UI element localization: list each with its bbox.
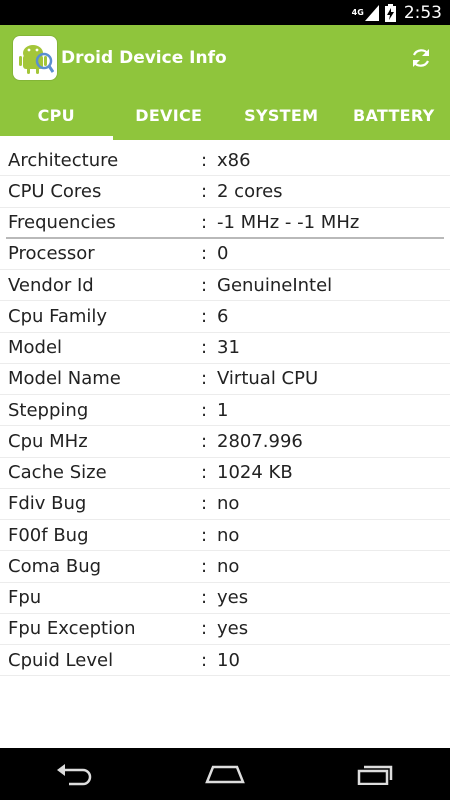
info-value: no bbox=[217, 524, 240, 546]
info-separator: : bbox=[201, 430, 208, 452]
info-value: 6 bbox=[217, 305, 229, 327]
info-label: Fpu bbox=[8, 587, 42, 609]
info-separator: : bbox=[201, 149, 208, 171]
info-value: yes bbox=[217, 587, 249, 609]
refresh-icon bbox=[413, 49, 429, 67]
info-label: Model Name bbox=[8, 368, 121, 390]
signal-icon: 4G bbox=[351, 4, 379, 21]
tab-device[interactable]: DEVICE bbox=[113, 91, 226, 140]
info-row-architecture: Architecture: x86 bbox=[0, 145, 450, 177]
info-label: Processor bbox=[8, 243, 95, 265]
info-value: no bbox=[217, 493, 240, 515]
info-row-model-name: Model Name: Virtual CPU bbox=[0, 364, 450, 395]
network-type-label: 4G bbox=[351, 7, 364, 17]
info-separator: : bbox=[201, 493, 208, 515]
status-bar: 4G 2:53 bbox=[0, 0, 450, 25]
home-button[interactable] bbox=[195, 754, 255, 794]
info-value: Virtual CPU bbox=[217, 368, 319, 390]
cpu-info-list[interactable]: Architecture: x86 CPU Cores:2 cores Frequ… bbox=[0, 145, 450, 677]
info-separator: : bbox=[201, 305, 208, 327]
info-separator: : bbox=[201, 524, 208, 546]
info-row-stepping: Stepping:1 bbox=[0, 395, 450, 427]
info-value: 2 cores bbox=[217, 180, 283, 202]
info-label: Stepping bbox=[8, 399, 89, 421]
info-row-cpuid-level: Cpuid Level:10 bbox=[0, 645, 450, 677]
info-label: Fpu Exception bbox=[8, 618, 136, 640]
info-label: CPU Cores bbox=[8, 180, 102, 202]
back-icon bbox=[57, 764, 92, 786]
info-separator: : bbox=[201, 399, 208, 421]
info-separator: : bbox=[201, 555, 208, 577]
info-row-coma-bug: Coma Bug: no bbox=[0, 551, 450, 583]
info-separator: : bbox=[201, 243, 208, 265]
info-label: Coma Bug bbox=[8, 555, 102, 577]
info-label: Cpu MHz bbox=[8, 430, 88, 452]
refresh-button[interactable] bbox=[406, 43, 436, 73]
info-row-frequencies: Frequencies: -1 MHz - -1 MHz bbox=[6, 208, 444, 239]
info-separator: : bbox=[201, 462, 208, 484]
android-robot-icon[interactable] bbox=[13, 36, 57, 80]
action-bar: Droid Device Info bbox=[0, 25, 450, 91]
info-row-cpu-cores: CPU Cores:2 cores bbox=[0, 176, 450, 208]
info-value: -1 MHz - -1 MHz bbox=[217, 211, 360, 233]
info-separator: : bbox=[201, 587, 208, 609]
info-value: 0 bbox=[217, 243, 229, 265]
tab-cpu[interactable]: CPU bbox=[0, 91, 113, 140]
info-separator: : bbox=[201, 274, 208, 296]
info-value: 2807.996 bbox=[217, 430, 303, 452]
info-row-fpu: Fpu: yes bbox=[0, 583, 450, 614]
tab-battery[interactable]: BATTERY bbox=[338, 91, 450, 140]
info-value: no bbox=[217, 555, 240, 577]
navigation-bar bbox=[0, 748, 450, 800]
info-row-vendor-id: Vendor Id: GenuineIntel bbox=[0, 270, 450, 302]
info-row-cpu-family: Cpu Family:6 bbox=[0, 301, 450, 333]
info-value: 1024 KB bbox=[217, 462, 293, 484]
info-value: yes bbox=[217, 618, 249, 640]
info-label: Frequencies bbox=[8, 211, 116, 233]
info-label: Cache Size bbox=[8, 462, 107, 484]
info-label: Cpuid Level bbox=[8, 649, 114, 671]
recent-apps-icon bbox=[357, 765, 393, 785]
tab-system[interactable]: SYSTEM bbox=[225, 91, 338, 140]
recent-apps-button[interactable] bbox=[345, 754, 405, 794]
info-label: F00f Bug bbox=[8, 524, 89, 546]
info-label: Architecture bbox=[8, 149, 119, 171]
status-time: 2:53 bbox=[403, 2, 442, 23]
info-separator: : bbox=[201, 649, 208, 671]
info-separator: : bbox=[201, 180, 208, 202]
info-label: Model bbox=[8, 337, 63, 359]
info-row-processor: Processor:0 bbox=[0, 239, 450, 270]
info-label: Vendor Id bbox=[8, 274, 94, 296]
info-label: Cpu Family bbox=[8, 305, 108, 327]
info-label: Fdiv Bug bbox=[8, 493, 87, 515]
info-value: 1 bbox=[217, 399, 229, 421]
app-title: Droid Device Info bbox=[61, 48, 227, 68]
info-row-fpu-exception: Fpu Exception: yes bbox=[0, 614, 450, 645]
info-value: GenuineIntel bbox=[217, 274, 333, 296]
info-separator: : bbox=[201, 368, 208, 390]
tab-bar: CPU DEVICE SYSTEM BATTERY bbox=[0, 91, 450, 140]
home-icon bbox=[205, 765, 245, 784]
info-separator: : bbox=[201, 618, 208, 640]
info-row-f00f-bug: F00f Bug: no bbox=[0, 520, 450, 552]
info-row-cache-size: Cache Size:1024 KB bbox=[0, 458, 450, 489]
info-separator: : bbox=[201, 337, 208, 359]
info-value: x86 bbox=[217, 149, 251, 171]
info-row-cpu-mhz: Cpu MHz:2807.996 bbox=[0, 426, 450, 458]
battery-charging-icon bbox=[384, 3, 396, 22]
info-value: 10 bbox=[217, 649, 240, 671]
info-row-model: Model:31 bbox=[0, 333, 450, 364]
info-row-fdiv-bug: Fdiv Bug: no bbox=[0, 489, 450, 520]
info-separator: : bbox=[201, 211, 208, 233]
back-button[interactable] bbox=[45, 754, 105, 794]
info-value: 31 bbox=[217, 337, 240, 359]
